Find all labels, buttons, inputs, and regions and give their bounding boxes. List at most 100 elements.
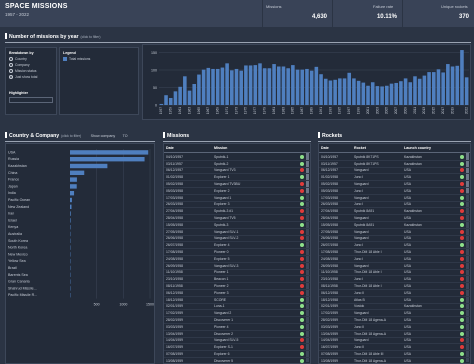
country-chart-panel[interactable]: 500 1000 1500 USA Russia Kazakhstan China Franc…	[5, 143, 155, 364]
table-row[interactable]: 06/12/1958 Pioneer 3	[164, 290, 310, 297]
table-row[interactable]: 26/09/1958 Vanguard USA	[319, 263, 470, 270]
table-row[interactable]: 17/02/1959 Vanguard USA	[319, 310, 470, 318]
table-row[interactable]: 07/08/1959 Thor-DM 18 Able III USA	[319, 351, 470, 358]
table-row[interactable]: 15/05/1958 Sputnik 8A91 Kazakhstan	[319, 222, 470, 229]
table-row[interactable]: 04/10/1957 Sputnik 8K71PS Kazakhstan	[319, 154, 470, 161]
table-row[interactable]: 17/08/1958 Pioneer 0	[164, 249, 310, 256]
radio-mission-status[interactable]: Mission status	[9, 69, 36, 73]
year-bar	[338, 78, 342, 105]
table-row[interactable]: 17/03/1958 Vanguard USA	[319, 195, 470, 202]
table-cell-country: USA	[404, 216, 411, 221]
table-row[interactable]: 16/07/1959 Juno II USA	[319, 344, 470, 352]
table-row[interactable]: 28/02/1959 Thor-DM 18 Agena-A USA	[319, 317, 470, 324]
status-success-indicator	[300, 222, 304, 227]
table-row[interactable]: 17/03/1958 Vanguard 1	[164, 195, 310, 202]
table-row[interactable]: 23/10/1958 Juno I USA	[319, 276, 470, 284]
table-row[interactable]: 28/04/1958 Vanguard TV5	[164, 215, 310, 222]
table-row[interactable]: 18/12/1958 SCORE	[164, 297, 310, 304]
table-row[interactable]: 26/07/1958 Explorer 4	[164, 242, 310, 250]
table-row[interactable]: 24/08/1958 Explorer 5	[164, 256, 310, 263]
column-header-date[interactable]: Date	[164, 144, 212, 152]
table-row[interactable]: 08/11/1958 Thor-DM 18 Able I USA	[319, 283, 470, 290]
status-success-indicator	[300, 311, 304, 316]
table-cell-date: 17/03/1958	[321, 195, 338, 200]
table-row[interactable]: 26/07/1958 Juno I USA	[319, 242, 470, 250]
table-row[interactable]: 26/06/1958 Vanguard USA	[319, 236, 470, 243]
table-row[interactable]: 27/05/1958 Vanguard USA	[319, 229, 470, 236]
table-row[interactable]: 13/04/1959 Discoverer 2	[164, 331, 310, 338]
table-cell-rocket: Juno I	[354, 188, 364, 193]
table-row[interactable]: 06/12/1958 Juno II USA	[319, 290, 470, 297]
table-cell-date: 06/12/1958	[166, 290, 183, 295]
table-cell-date: 04/10/1957	[321, 154, 338, 159]
status-success-indicator	[300, 161, 304, 166]
table-row[interactable]: 03/11/1957 Sputnik 8K71PS Kazakhstan	[319, 161, 470, 168]
highlighter-dropdown[interactable]	[9, 97, 53, 103]
radio-country[interactable]: Country	[9, 57, 27, 61]
table-row[interactable]: 06/12/1957 Vanguard TV3	[164, 168, 310, 175]
country-label: Gran Canaria	[8, 280, 30, 284]
table-row[interactable]: 26/03/1958 Explorer 3	[164, 202, 310, 209]
table-cell-rocket: Vostok	[354, 304, 365, 309]
table-row[interactable]: 01/02/1958 Explorer 1	[164, 174, 310, 182]
table-row[interactable]: 26/09/1958 Vanguard SLV-3	[164, 263, 310, 270]
table-row[interactable]: 16/07/1959 Explorer S-1	[164, 344, 310, 352]
status-success-indicator	[300, 243, 304, 248]
year-bar	[230, 70, 234, 105]
table-row[interactable]: 13/08/1959 Discoverer 5	[164, 358, 310, 363]
table-cell-name: Pioneer 4	[214, 324, 229, 329]
table-row[interactable]: 28/02/1959 Discoverer 1	[164, 317, 310, 324]
table-row[interactable]: 27/04/1958 Sputnik-3 #1	[164, 208, 310, 216]
column-header-launch-country[interactable]: Launch country	[402, 144, 452, 152]
year-bar	[258, 63, 262, 105]
title-block: SPACE MISSIONS 1957 - 2022	[5, 3, 68, 17]
table-row[interactable]: 01/02/1958 Juno I USA	[319, 174, 470, 182]
table-cell-date: 17/08/1958	[321, 250, 338, 255]
table-row[interactable]: 26/06/1958 Vanguard SLV-2	[164, 236, 310, 243]
table-row[interactable]: 13/04/1959 Thor-DM 18 Agena-A USA	[319, 331, 470, 338]
table-row[interactable]: 04/10/1957 Sputnik-1	[164, 154, 310, 161]
year-bar	[187, 90, 192, 105]
table-row[interactable]: 05/02/1958 Vanguard USA	[319, 181, 470, 188]
column-header-date[interactable]: Date	[319, 144, 352, 152]
table-row[interactable]: 03/03/1959 Juno II USA	[319, 324, 470, 331]
table-row[interactable]: 27/05/1958 Vanguard SLV-1	[164, 229, 310, 236]
table-row[interactable]: 27/04/1958 Sputnik 8A91 Kazakhstan	[319, 208, 470, 216]
table-row[interactable]: 08/11/1958 Pioneer 2	[164, 283, 310, 290]
table-row[interactable]: 23/10/1958 Beacon 1	[164, 276, 310, 284]
table-row[interactable]: 11/10/1958 Pioneer 1	[164, 270, 310, 277]
table-row[interactable]: 05/03/1958 Explorer 2	[164, 188, 310, 195]
table-row[interactable]: 07/08/1959 Explorer 6	[164, 351, 310, 358]
table-row[interactable]: 14/04/1959 Vanguard USA	[319, 338, 470, 345]
table-row[interactable]: 05/02/1958 Vanguard TV3BU	[164, 181, 310, 188]
radio-company[interactable]: Company	[9, 63, 30, 67]
table-row[interactable]: 02/01/1959 Luna-1	[164, 304, 310, 311]
table-row[interactable]: 15/05/1958 Sputnik-3	[164, 222, 310, 229]
table-cell-date: 17/03/1958	[166, 195, 183, 200]
table-row[interactable]: 18/12/1958 Atlas B USA	[319, 297, 470, 304]
status-failure-indicator	[460, 345, 464, 350]
missions-by-year-chart[interactable]: 0 50 100 150 1957 1959 1961 1963 1965 1967 1969 197…	[142, 44, 471, 120]
status-failure-indicator	[460, 277, 464, 282]
table-row[interactable]: 03/03/1959 Pioneer 4	[164, 324, 310, 331]
column-header-rocket[interactable]: Rocket	[352, 144, 402, 152]
radio-just-show-total[interactable]: Just show total	[9, 75, 37, 79]
table-row[interactable]: 17/08/1958 Thor-DM 18 Able I USA	[319, 249, 470, 256]
table-row[interactable]: 14/04/1959 Vanguard SLV-5	[164, 338, 310, 345]
table-row[interactable]: 11/10/1958 Thor-DM 18 Able I USA	[319, 270, 470, 277]
table-cell-date: 06/12/1958	[321, 290, 338, 295]
table-row[interactable]: 28/04/1958 Vanguard USA	[319, 215, 470, 222]
table-row[interactable]: 13/08/1959 Thor-DM 18 Agena-A USA	[319, 358, 470, 363]
table-row[interactable]: 17/02/1959 Vanguard 2	[164, 310, 310, 318]
table-row[interactable]: 06/12/1957 Vanguard USA	[319, 168, 470, 175]
table-row[interactable]: 24/08/1958 Juno I USA	[319, 256, 470, 263]
table-row[interactable]: 26/03/1958 Juno I USA	[319, 202, 470, 209]
table-row[interactable]: 05/03/1958 Juno I USA	[319, 188, 470, 195]
show-company-toggle[interactable]: TO	[123, 134, 128, 138]
column-header-mission[interactable]: Mission	[212, 144, 297, 152]
table-row[interactable]: 02/01/1959 Vostok Kazakhstan	[319, 304, 470, 311]
table-row[interactable]: 03/11/1957 Sputnik-2	[164, 161, 310, 168]
year-bar	[276, 66, 281, 105]
table-cell-name: Vanguard SLV-5	[214, 338, 239, 343]
table-cell-date: 26/07/1958	[321, 243, 338, 248]
